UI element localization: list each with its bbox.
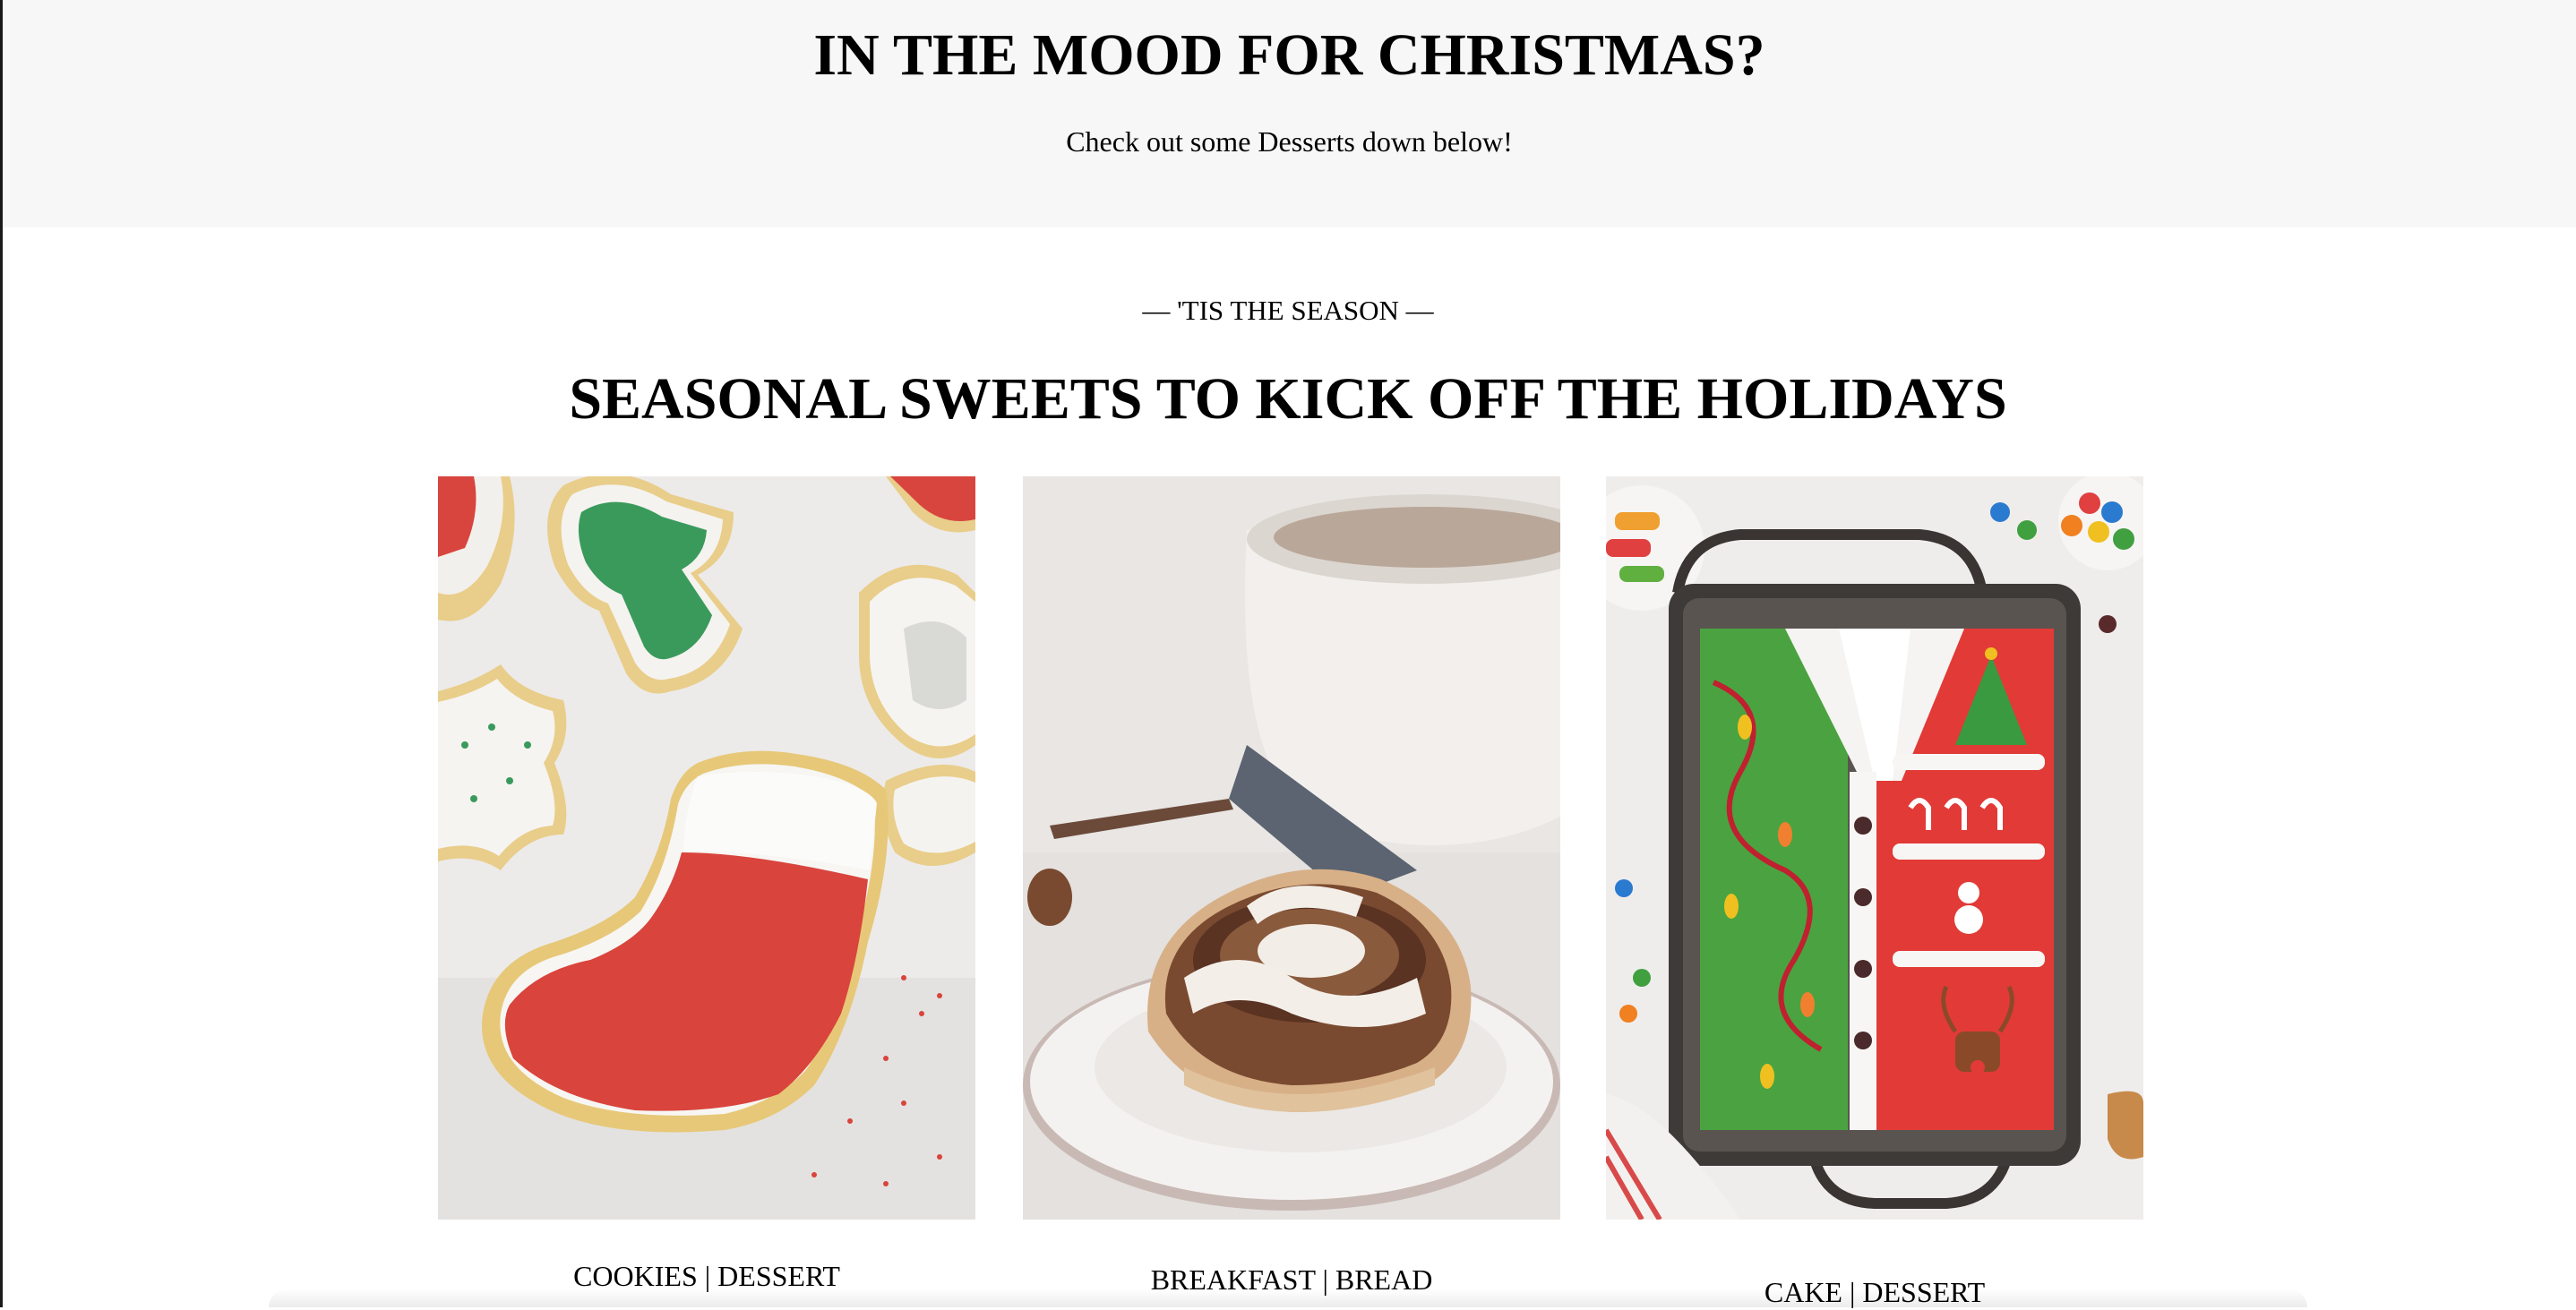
recipe-image-sweater-cake[interactable] xyxy=(1606,476,2143,1220)
hero-title: IN THE MOOD FOR CHRISTMAS? xyxy=(813,22,1765,88)
recipe-card-cinnamon-roll[interactable]: BREAKFAST | BREAD xyxy=(1023,476,1560,1307)
recipe-image-cinnamon-roll[interactable] xyxy=(1023,476,1560,1220)
footer-shadow xyxy=(269,1289,2307,1307)
recipe-card-sweater-cake[interactable]: CAKE | DESSERT xyxy=(1606,476,2143,1308)
hero-subtitle: Check out some Desserts down below! xyxy=(1066,125,1513,158)
section-eyebrow: — 'TIS THE SEASON — xyxy=(1142,295,1434,326)
hero-banner: IN THE MOOD FOR CHRISTMAS? Check out som… xyxy=(3,0,2576,227)
section-title: SEASONAL SWEETS TO KICK OFF THE HOLIDAYS xyxy=(569,366,2007,432)
recipe-image-cookies[interactable] xyxy=(438,476,975,1220)
recipe-card-cookies[interactable]: COOKIES | DESSERT xyxy=(438,476,975,1307)
recipe-category-tag[interactable]: COOKIES | DESSERT xyxy=(438,1258,975,1294)
